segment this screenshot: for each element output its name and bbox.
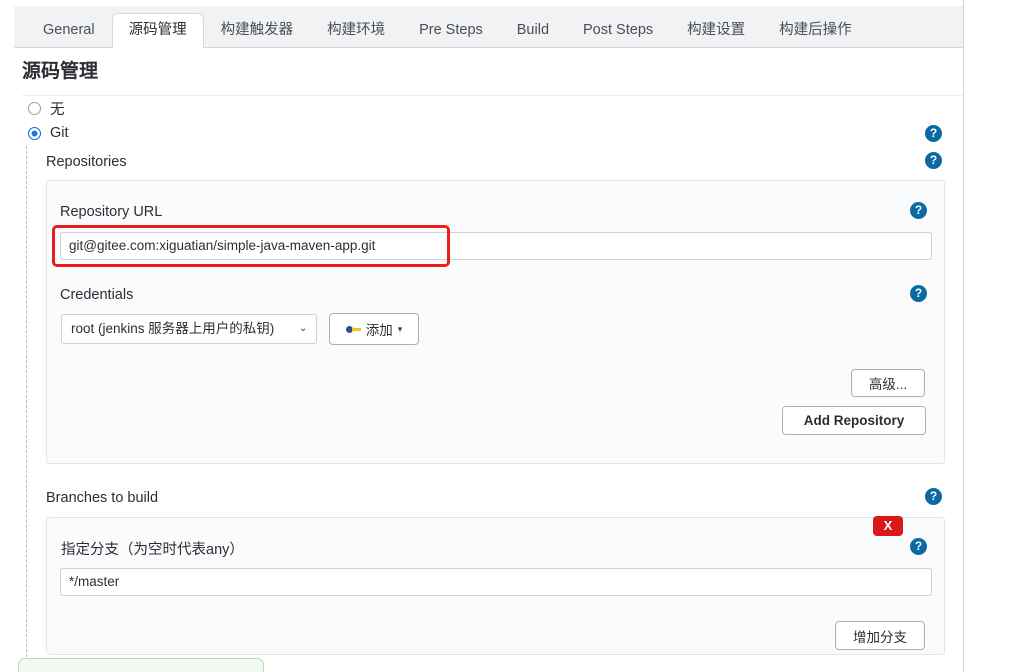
add-credentials-label: 添加 [365, 323, 393, 338]
scm-radio-git-label: Git [50, 125, 69, 141]
radio-none-icon [28, 102, 41, 115]
credentials-selected-value: root (jenkins 服务器上用户的私钥) [71, 321, 275, 336]
help-icon-repository-url[interactable]: ? [910, 202, 927, 219]
scm-radio-none[interactable]: 无 [28, 98, 65, 119]
bottom-green-panel [18, 658, 264, 672]
tab-post-steps[interactable]: Post Steps [566, 13, 670, 49]
tab-source-code-management[interactable]: 源码管理 [111, 12, 204, 48]
add-credentials-button[interactable]: 添加 ▾ [329, 313, 419, 345]
add-branch-button[interactable]: 增加分支 [835, 621, 925, 650]
key-icon [345, 325, 361, 334]
git-section-guide-line [26, 146, 27, 672]
tab-build[interactable]: Build [500, 13, 566, 49]
branch-specifier-input[interactable]: */master [60, 568, 932, 596]
credentials-select[interactable]: root (jenkins 服务器上用户的私钥) ⌄ [61, 314, 317, 344]
help-icon-branches[interactable]: ? [925, 488, 942, 505]
repositories-label: Repositories [46, 154, 127, 170]
help-icon-repositories[interactable]: ? [925, 152, 942, 169]
page-title: 源码管理 [22, 56, 970, 96]
help-icon-git[interactable]: ? [925, 125, 942, 142]
branches-to-build-label: Branches to build [46, 490, 159, 506]
add-repository-button[interactable]: Add Repository [782, 406, 926, 435]
repository-url-input[interactable]: git@gitee.com:xiguatian/simple-java-mave… [60, 232, 932, 260]
caret-down-icon: ▾ [397, 323, 403, 334]
tab-build-settings[interactable]: 构建设置 [670, 13, 762, 49]
chevron-down-icon: ⌄ [299, 323, 308, 334]
tab-pre-steps[interactable]: Pre Steps [402, 13, 500, 49]
help-icon-credentials[interactable]: ? [910, 285, 927, 302]
help-icon-branch-specifier[interactable]: ? [910, 538, 927, 555]
tab-build-triggers[interactable]: 构建触发器 [204, 13, 311, 49]
scm-radio-git[interactable]: Git [28, 125, 69, 141]
tab-general[interactable]: General [26, 13, 112, 49]
tab-build-environment[interactable]: 构建环境 [310, 13, 402, 49]
page-right-gutter [964, 0, 1012, 672]
radio-git-icon [28, 126, 41, 140]
advanced-button[interactable]: 高级... [851, 369, 925, 397]
jenkins-job-config-page: General 源码管理 构建触发器 构建环境 Pre Steps Build … [0, 0, 1012, 672]
config-tab-bar: General 源码管理 构建触发器 构建环境 Pre Steps Build … [14, 6, 963, 48]
credentials-label: Credentials [60, 287, 134, 303]
tab-post-build-actions[interactable]: 构建后操作 [762, 13, 869, 49]
branch-specifier-label: 指定分支（为空时代表any） [61, 542, 244, 558]
repository-url-label: Repository URL [60, 204, 163, 220]
scm-radio-none-label: 无 [50, 102, 65, 118]
delete-branch-badge[interactable]: X [873, 516, 903, 536]
